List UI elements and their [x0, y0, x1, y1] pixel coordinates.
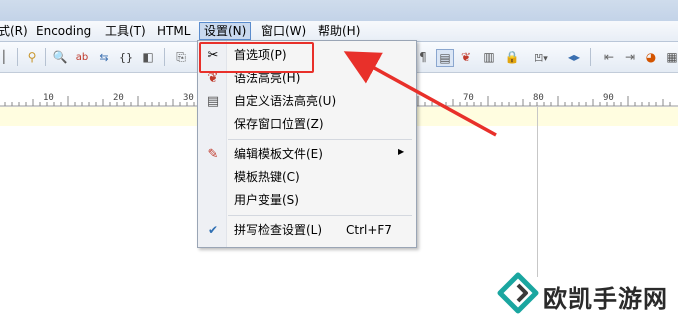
watermark-logo-icon [497, 272, 539, 314]
watermark: 欧凯手游网 [494, 271, 674, 315]
watermark-text: 欧凯手游网 [543, 285, 668, 313]
